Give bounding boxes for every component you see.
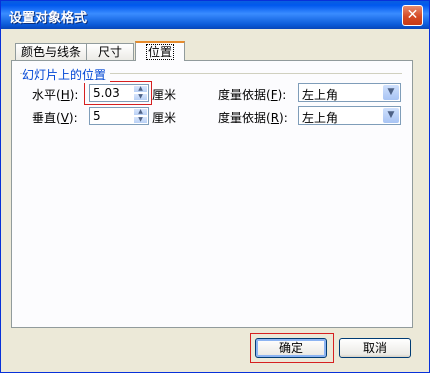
tab-position[interactable]: 位置 [135,41,185,61]
tab-label: 尺寸 [97,45,122,59]
tab-color-and-lines[interactable]: 颜色与线条 [15,43,87,60]
chevron-down-icon[interactable]: ▼ [383,85,399,100]
title-bar: 设置对象格式 ✕ [1,1,429,29]
vertical-measure-value: 左上角 [302,111,339,125]
horizontal-measure-value: 左上角 [302,88,339,102]
vertical-unit: 厘米 [152,111,177,125]
format-object-dialog: 设置对象格式 ✕ 颜色与线条 尺寸 位置 幻灯片上的位置 水平(H): 5.03… [0,0,430,373]
spin-up-icon[interactable]: ▲ [133,108,148,116]
horizontal-measure-label: 度量依据(F): [218,88,287,102]
horizontal-unit: 厘米 [152,88,177,102]
close-icon: ✕ [406,7,419,23]
tab-label: 颜色与线条 [20,45,81,59]
vertical-label: 垂直(V): [32,111,78,125]
vertical-measure-label: 度量依据(R): [218,111,288,125]
horizontal-measure-select[interactable]: 左上角 ▼ [298,83,401,102]
dialog-title: 设置对象格式 [9,11,88,26]
tab-size[interactable]: 尺寸 [86,43,134,60]
vertical-position-value: 5 [93,109,101,123]
vertical-measure-select[interactable]: 左上角 ▼ [298,106,401,125]
cancel-button[interactable]: 取消 [339,338,411,358]
horizontal-label: 水平(H): [32,88,79,102]
tab-label: 位置 [145,44,174,60]
spin-buttons: ▲ ▼ [133,108,148,124]
spin-down-icon[interactable]: ▼ [133,116,148,124]
chevron-down-icon[interactable]: ▼ [383,108,399,123]
highlight-box [84,81,152,105]
ok-button[interactable]: 确定 [255,338,327,358]
vertical-position-spinner[interactable]: 5 ▲ ▼ [89,107,149,125]
group-title: 幻灯片上的位置 [22,66,111,83]
close-button[interactable]: ✕ [402,5,423,26]
tab-panel-position: 幻灯片上的位置 水平(H): 5.03 ▲ ▼ 厘米 度量依据(F): 左上角 … [11,60,413,328]
